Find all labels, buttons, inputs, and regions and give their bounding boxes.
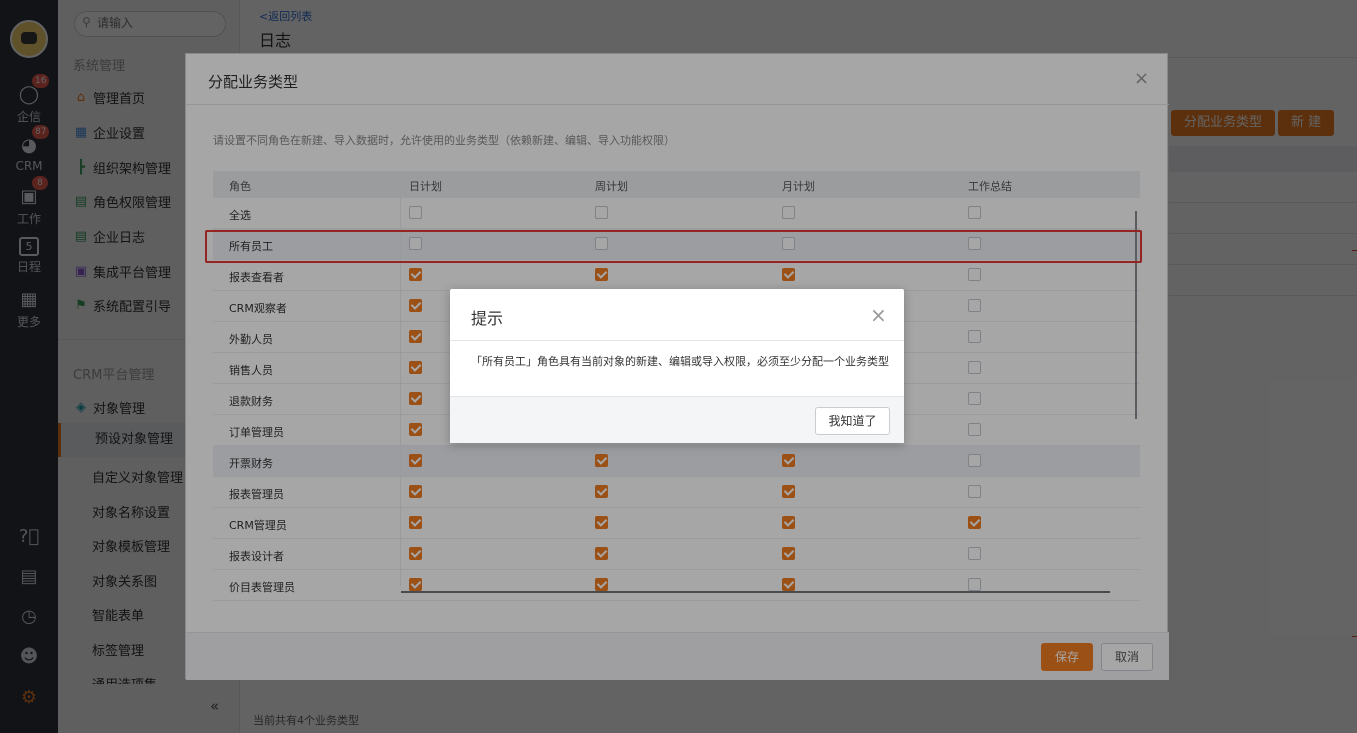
tip-divider: [450, 340, 904, 341]
tip-footer: 我知道了: [450, 396, 904, 443]
tip-dialog: 提示 × 「所有员工」角色具有当前对象的新建、编辑或导入权限，必须至少分配一个业…: [450, 289, 904, 443]
tip-title: 提示: [471, 309, 504, 328]
acknowledge-button[interactable]: 我知道了: [815, 407, 890, 435]
tip-message: 「所有员工」角色具有当前对象的新建、编辑或导入权限，必须至少分配一个业务类型: [471, 355, 889, 368]
close-icon[interactable]: ×: [870, 303, 887, 327]
